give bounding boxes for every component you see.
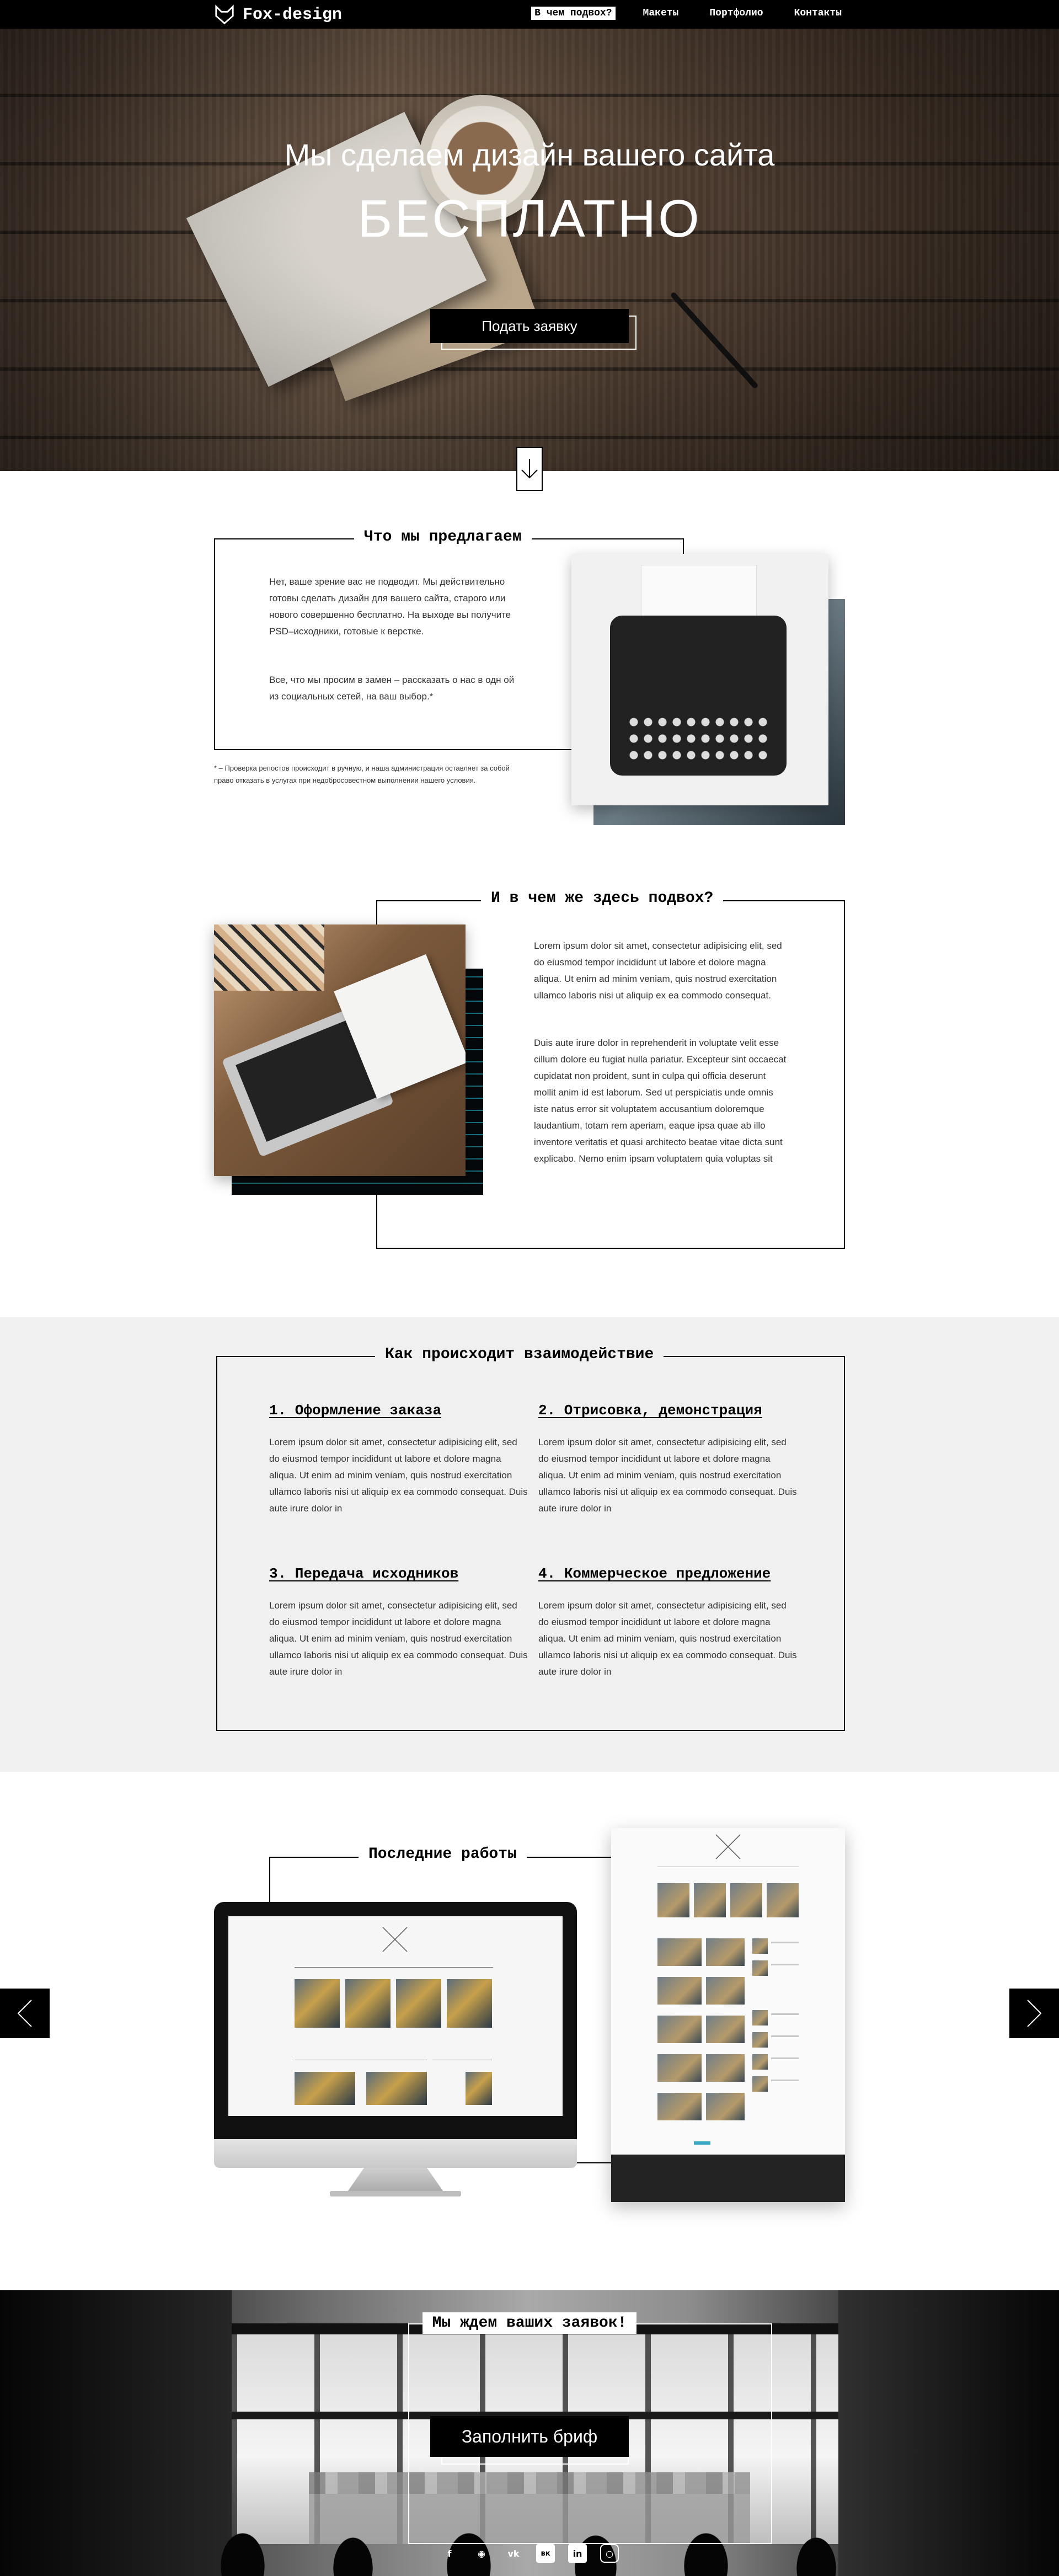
- page-mockup-footer: [611, 2155, 845, 2202]
- linkedin-icon[interactable]: in: [568, 2544, 587, 2563]
- mockup-logo-icon: [382, 1927, 408, 1952]
- hero-title: БЕСПЛАТНО: [357, 189, 702, 248]
- top-navbar: Fox-design В чем подвох? Макеты Портфоли…: [0, 0, 1059, 29]
- hero-subtitle: Мы сделаем дизайн вашего сайта: [284, 137, 775, 172]
- step-3-text: Lorem ipsum dolor sit amet, consectetur …: [269, 1600, 528, 1677]
- social-links: f ◉ vk вк in ○: [0, 2544, 1059, 2563]
- slider-next-button[interactable]: [1009, 1989, 1059, 2038]
- main-menu: В чем подвох? Макеты Портфолио Контакты: [531, 7, 845, 20]
- vk-icon[interactable]: vk: [504, 2544, 523, 2563]
- submit-request-button[interactable]: Подать заявку: [430, 309, 629, 343]
- laptop-desk-image: [214, 924, 466, 1176]
- hero-section: Мы сделаем дизайн вашего сайта БЕСПЛАТНО…: [0, 29, 1059, 471]
- chevron-left-icon: [17, 2000, 32, 2027]
- catch-paragraph-1: Lorem ipsum dolor sit amet, consectetur …: [534, 940, 782, 1001]
- chevron-right-icon: [1027, 2000, 1042, 2027]
- catch-paragraph-2: Duis aute irure dolor in reprehenderit i…: [534, 1038, 787, 1164]
- offer-footnote: * – Проверка репостов происходит в ручну…: [214, 764, 510, 784]
- imac-mockup[interactable]: [214, 1902, 577, 2201]
- page-mockup[interactable]: [611, 1828, 845, 2202]
- menu-item-portfolio[interactable]: Портфолио: [706, 7, 766, 20]
- menu-item-mockups[interactable]: Макеты: [640, 7, 682, 20]
- menu-item-catch[interactable]: В чем подвох?: [531, 7, 616, 20]
- offer-paragraph-2: Все, что мы просим в замен – рассказать …: [269, 675, 515, 702]
- typewriter-keys: [627, 714, 770, 763]
- page-mockup-logo-icon: [715, 1834, 741, 1859]
- step-4-text: Lorem ipsum dolor sit amet, consectetur …: [538, 1600, 797, 1677]
- fox-icon: [215, 4, 234, 25]
- cta-section: Мы ждем ваших заявок! Заполнить бриф: [0, 2290, 1059, 2576]
- rug-pattern: [214, 924, 324, 991]
- menu-item-contacts[interactable]: Контакты: [791, 7, 845, 20]
- vkontakte-square-icon[interactable]: вк: [536, 2544, 555, 2563]
- fill-brief-button[interactable]: Заполнить бриф: [430, 2416, 629, 2457]
- step-3-title: 3. Передача исходников: [269, 1565, 459, 1582]
- catch-title: И в чем же здесь подвох?: [481, 890, 724, 907]
- step-1-text: Lorem ipsum dolor sit amet, consectetur …: [269, 1437, 528, 1514]
- typewriter-image: [571, 554, 828, 805]
- step-2-title: 2. Отрисовка, демонстрация: [538, 1402, 762, 1419]
- odnoklassniki-icon[interactable]: ◉: [472, 2544, 491, 2563]
- cta-title: Мы ждем ваших заявок!: [422, 2312, 637, 2334]
- instagram-icon[interactable]: ○: [600, 2544, 619, 2563]
- process-title: Как происходит взаимодействие: [375, 1346, 664, 1363]
- step-2-text: Lorem ipsum dolor sit amet, consectetur …: [538, 1437, 797, 1514]
- hero-vignette: [0, 29, 1059, 471]
- brand-name: Fox-design: [243, 6, 343, 24]
- scroll-down-button[interactable]: [516, 447, 543, 491]
- offer-title: Что мы предлагаем: [354, 528, 532, 546]
- step-1-title: 1. Оформление заказа: [269, 1402, 442, 1419]
- facebook-icon[interactable]: f: [440, 2544, 459, 2563]
- slider-prev-button[interactable]: [0, 1989, 50, 2038]
- brand-logo[interactable]: Fox-design: [214, 4, 342, 25]
- imac-screen: [228, 1916, 563, 2116]
- step-4-title: 4. Коммерческое предложение: [538, 1565, 771, 1582]
- offer-paragraph-1: Нет, ваше зрение вас не подводит. Мы дей…: [269, 576, 511, 637]
- arrow-down-icon: [521, 459, 538, 479]
- portfolio-title: Последние работы: [359, 1846, 527, 1863]
